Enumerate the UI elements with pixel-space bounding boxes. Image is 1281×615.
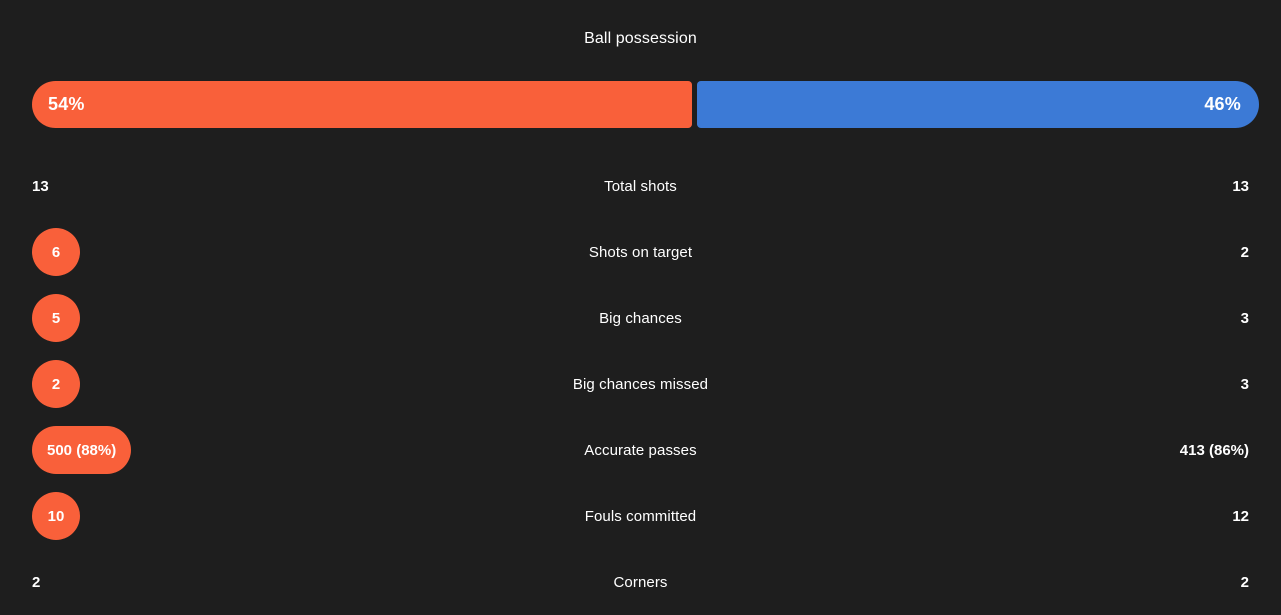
stat-label: Corners: [613, 573, 668, 591]
stat-value-away-text: 13: [1232, 177, 1249, 195]
stat-value-home: 5: [0, 294, 420, 342]
stat-label: Big chances: [599, 309, 682, 327]
possession-value-home: 54%: [48, 94, 85, 114]
stat-value-home: 10: [0, 492, 420, 540]
stat-value-home-badge: 10: [32, 492, 80, 540]
stat-value-home-text: 2: [32, 573, 41, 591]
stat-row: 13 Total shots 13: [0, 153, 1281, 219]
stat-row: 5 Big chances 3: [0, 285, 1281, 351]
stat-label: Fouls committed: [584, 507, 697, 525]
stat-row: 2 Big chances missed 3: [0, 351, 1281, 417]
possession-segment-home: 54%: [32, 81, 692, 128]
stat-value-home: 2: [0, 360, 420, 408]
stat-value-home: 500 (88%): [0, 426, 420, 474]
stat-value-away: 13: [861, 179, 1281, 194]
match-statistics-panel: Ball possession 54% 46% 13 Total shots 13 6…: [0, 0, 1281, 602]
stat-value-away-text: 3: [1240, 309, 1249, 327]
stat-value-home: 6: [0, 228, 420, 276]
stat-value-home-badge: 6: [32, 228, 80, 276]
stat-value-home: 13: [0, 179, 420, 194]
stat-value-home-badge: 500 (88%): [32, 426, 132, 474]
stat-row: 2 Corners 2: [0, 549, 1281, 615]
stat-label: Accurate passes: [584, 441, 697, 459]
stat-value-away: 2: [861, 245, 1281, 260]
ball-possession-bar: 54% 46%: [32, 81, 1259, 128]
page-title: Ball possession: [584, 30, 697, 47]
stat-value-away-text: 3: [1240, 375, 1249, 393]
stat-value-away: 12: [861, 509, 1281, 524]
stat-value-away: 2: [861, 575, 1281, 590]
stat-label: Total shots: [604, 177, 677, 195]
stat-value-away-text: 2: [1240, 243, 1249, 261]
stat-row: 6 Shots on target 2: [0, 219, 1281, 285]
stat-value-away: 413 (86%): [861, 443, 1281, 458]
statistics-list: 13 Total shots 13 6 Shots on target 2 5 Big cha…: [0, 153, 1281, 615]
stat-value-home-badge: 5: [32, 294, 80, 342]
stat-row: 10 Fouls committed 12: [0, 483, 1281, 549]
possession-segment-away: 46%: [696, 81, 1259, 128]
stat-row: 500 (88%) Accurate passes 413 (86%): [0, 417, 1281, 483]
stat-value-away-text: 12: [1232, 507, 1249, 525]
stat-value-home: 2: [0, 575, 420, 590]
stat-label: Big chances missed: [572, 375, 709, 393]
stat-value-away-text: 2: [1240, 573, 1249, 591]
stat-value-home-badge: 2: [32, 360, 80, 408]
stat-label: Shots on target: [588, 243, 693, 261]
possession-value-away: 46%: [1204, 94, 1241, 114]
stat-value-away-text: 413 (86%): [1179, 441, 1249, 459]
stat-value-home-text: 13: [32, 177, 49, 195]
stat-value-away: 3: [861, 377, 1281, 392]
stat-value-away: 3: [861, 311, 1281, 326]
